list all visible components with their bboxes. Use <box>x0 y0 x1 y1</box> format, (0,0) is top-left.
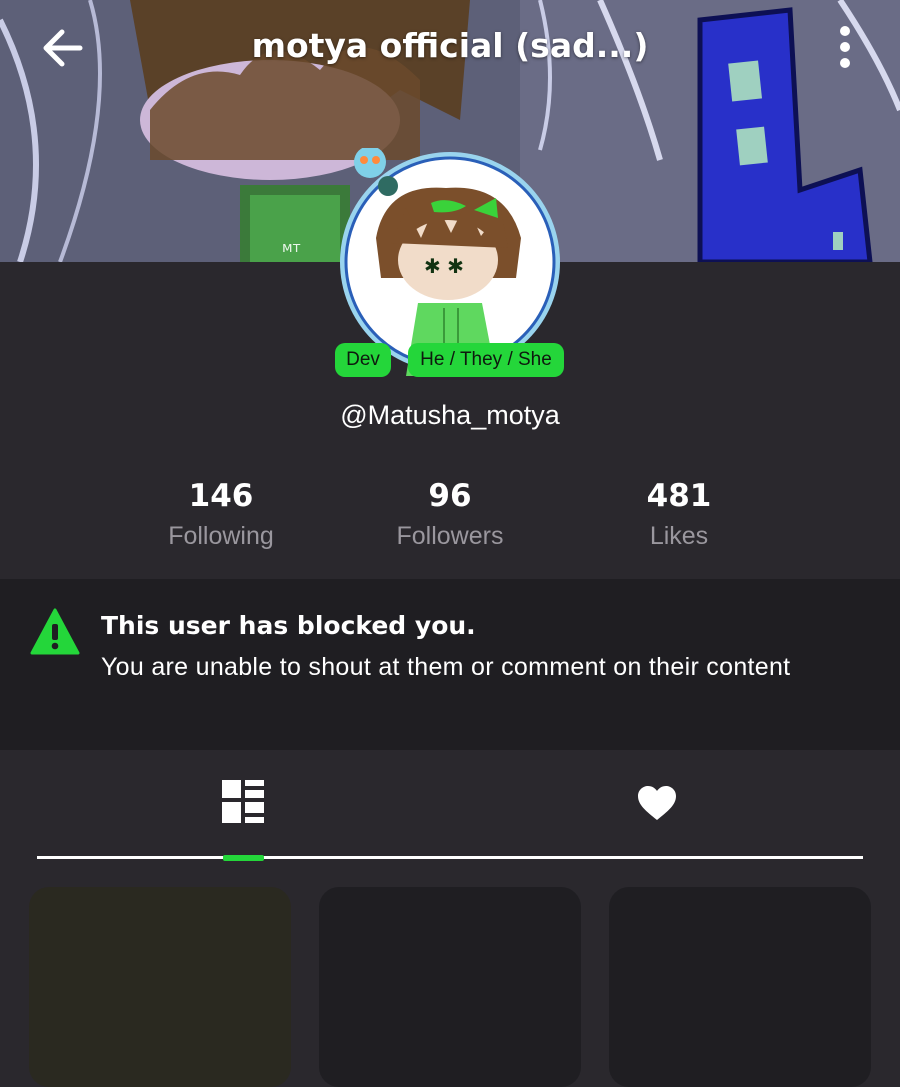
likes-label: Likes <box>649 522 709 550</box>
blocked-description: You are unable to shout at them or comme… <box>101 653 791 681</box>
content-tabs <box>0 760 900 860</box>
likes-stat[interactable]: 481 Likes <box>579 478 779 551</box>
tab-divider <box>37 856 863 859</box>
back-button[interactable] <box>40 26 88 70</box>
avatar[interactable]: ✱ ✱ <box>336 146 564 376</box>
arrow-left-icon <box>43 29 83 67</box>
more-vertical-icon <box>840 26 850 68</box>
following-count: 146 <box>188 478 254 514</box>
followers-label: Followers <box>396 522 504 550</box>
page-title: motya official (sad...) <box>251 26 649 65</box>
svg-text:✱ ✱: ✱ ✱ <box>424 254 464 278</box>
post-card[interactable] <box>29 887 291 1087</box>
tab-likes[interactable] <box>614 760 700 856</box>
pronouns-badge[interactable]: He / They / She <box>408 343 564 377</box>
following-stat[interactable]: 146 Following <box>121 478 321 551</box>
warning-icon <box>30 608 80 655</box>
followers-stat[interactable]: 96 Followers <box>350 478 550 551</box>
dev-badge[interactable]: Dev <box>335 343 391 377</box>
post-card[interactable] <box>609 887 871 1087</box>
svg-text:ᴍᴛ: ᴍᴛ <box>282 240 301 256</box>
followers-count: 96 <box>428 478 472 514</box>
following-label: Following <box>168 522 274 550</box>
more-options-button[interactable] <box>828 24 862 70</box>
grid-layout-icon <box>222 780 264 823</box>
active-tab-indicator <box>223 855 264 861</box>
likes-count: 481 <box>646 478 712 514</box>
username-handle: @Matusha_motya <box>340 400 560 430</box>
top-bar: motya official (sad...) <box>0 0 900 100</box>
post-card[interactable] <box>319 887 581 1087</box>
heart-icon <box>638 786 676 820</box>
tab-posts[interactable] <box>200 760 286 856</box>
profile-stats: 146 Following 96 Followers 481 Likes <box>0 478 900 558</box>
blocked-title: This user has blocked you. <box>101 611 476 640</box>
badge-row: Dev He / They / She <box>0 343 900 377</box>
